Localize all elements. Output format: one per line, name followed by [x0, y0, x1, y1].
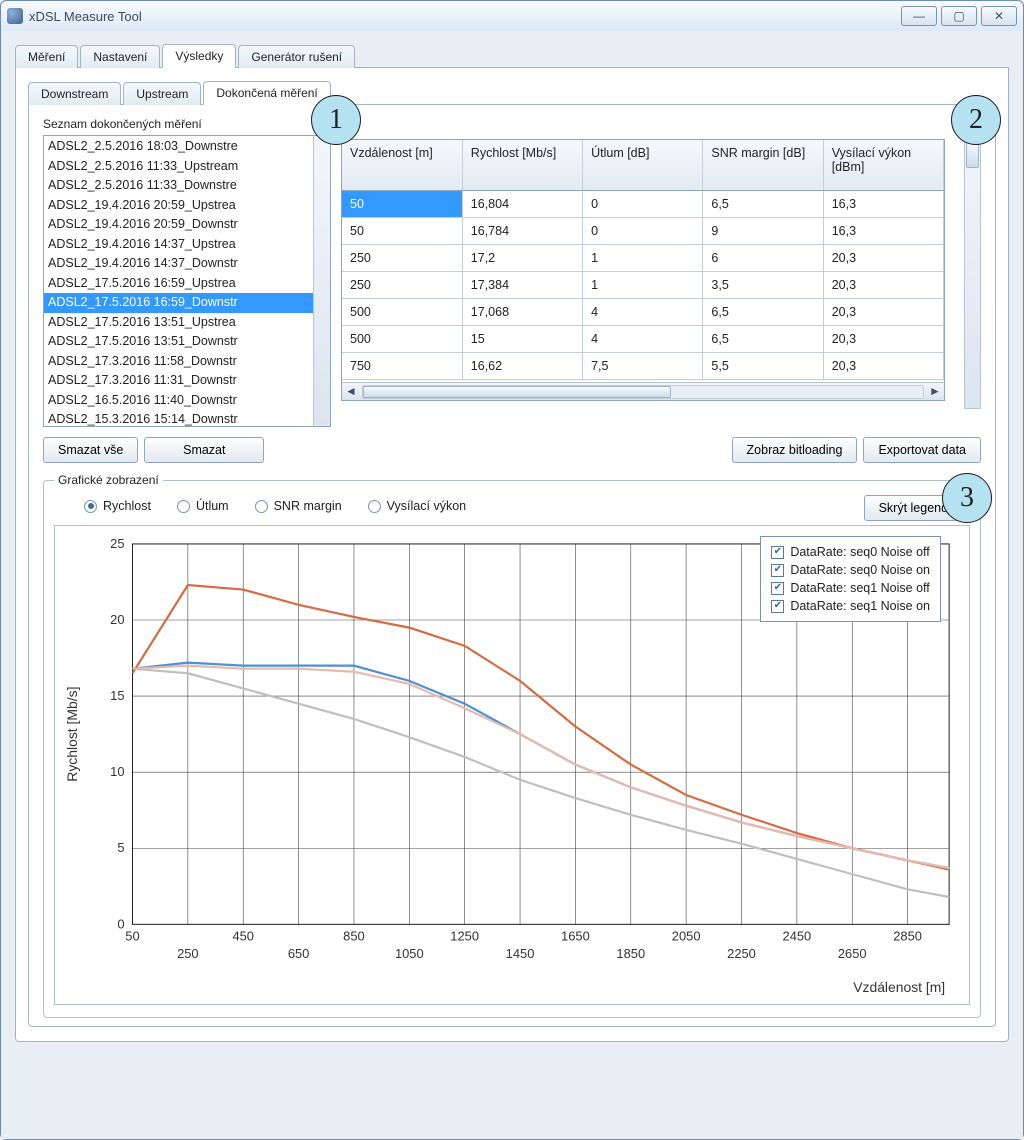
col-attenuation[interactable]: Útlum [dB]	[583, 140, 703, 191]
svg-text:1450: 1450	[506, 946, 535, 961]
list-item[interactable]: ADSL2_17.5.2016 13:51_Upstrea	[44, 313, 330, 333]
sub-tabs: Downstream Upstream Dokončená měření	[28, 80, 996, 105]
measurement-list[interactable]: ADSL2_2.5.2016 18:03_DownstreADSL2_2.5.2…	[43, 135, 331, 427]
list-item[interactable]: ADSL2_17.3.2016 11:58_Downstr	[44, 352, 330, 372]
svg-text:250: 250	[177, 946, 199, 961]
col-power[interactable]: Vysílací výkon [dBm]	[823, 140, 943, 191]
svg-text:5: 5	[117, 840, 124, 855]
radio-snr[interactable]: SNR margin	[255, 499, 342, 513]
svg-text:10: 10	[110, 764, 124, 779]
minimize-button[interactable]: —	[901, 6, 937, 26]
list-caption: Seznam dokončených měření	[43, 117, 331, 131]
tab-results[interactable]: Výsledky	[162, 44, 236, 68]
svg-text:2850: 2850	[893, 928, 922, 943]
svg-text:2650: 2650	[838, 946, 867, 961]
badge-3: 3	[942, 473, 992, 523]
list-item[interactable]: ADSL2_2.5.2016 11:33_Upstream	[44, 157, 330, 177]
table-row[interactable]: 25017,38413,520,3	[342, 272, 944, 299]
svg-text:Rychlost [Mb/s]: Rychlost [Mb/s]	[64, 687, 80, 782]
legend-check-3[interactable]: ✔	[771, 600, 784, 613]
list-item[interactable]: ADSL2_2.5.2016 18:03_Downstre	[44, 137, 330, 157]
col-distance[interactable]: Vzdálenost [m]	[342, 140, 462, 191]
svg-text:850: 850	[343, 928, 365, 943]
badge-1: 1	[311, 95, 361, 145]
completed-panel: 1 2 Seznam dokončených měření ADSL2_2.5.…	[28, 105, 996, 1027]
list-item[interactable]: ADSL2_19.4.2016 14:37_Upstrea	[44, 235, 330, 255]
table-row[interactable]: 75016,627,55,520,3	[342, 353, 944, 380]
window-title: xDSL Measure Tool	[29, 9, 142, 24]
radio-power[interactable]: Vysílací výkon	[368, 499, 466, 513]
titlebar: xDSL Measure Tool — ▢ ✕	[1, 1, 1023, 31]
app-icon	[7, 8, 23, 24]
list-item[interactable]: ADSL2_2.5.2016 11:33_Downstre	[44, 176, 330, 196]
svg-text:450: 450	[232, 928, 254, 943]
svg-text:15: 15	[110, 688, 124, 703]
table-row[interactable]: 25017,21620,3	[342, 245, 944, 272]
main-tabs: Měření Nastavení Výsledky Generátor ruše…	[15, 43, 1009, 68]
subtab-downstream[interactable]: Downstream	[28, 82, 121, 105]
radio-speed[interactable]: Rychlost	[84, 499, 151, 513]
legend-check-0[interactable]: ✔	[771, 546, 784, 559]
list-item[interactable]: ADSL2_19.4.2016 20:59_Downstr	[44, 215, 330, 235]
tab-noise-generator[interactable]: Generátor rušení	[238, 45, 355, 68]
svg-text:650: 650	[288, 946, 310, 961]
list-scrollbar[interactable]	[313, 136, 330, 426]
group-title: Grafické zobrazení	[54, 473, 163, 487]
table-row[interactable]: 5001546,520,3	[342, 326, 944, 353]
list-item[interactable]: ADSL2_17.3.2016 11:31_Downstr	[44, 371, 330, 391]
list-item[interactable]: ADSL2_16.5.2016 11:40_Downstr	[44, 391, 330, 411]
radio-attenuation[interactable]: Útlum	[177, 499, 229, 513]
svg-text:50: 50	[125, 928, 139, 943]
list-item[interactable]: ADSL2_15.3.2016 15:14_Downstr	[44, 410, 330, 427]
results-panel: Downstream Upstream Dokončená měření 1 2…	[15, 68, 1009, 1042]
svg-text:1050: 1050	[395, 946, 424, 961]
svg-text:2450: 2450	[783, 928, 812, 943]
svg-text:20: 20	[110, 612, 124, 627]
svg-text:25: 25	[110, 536, 124, 551]
data-table[interactable]: Vzdálenost [m] Rychlost [Mb/s] Útlum [dB…	[341, 139, 945, 401]
chart: 0 5 10 15 20 25 50 250 450 650 850 1050 1250 1450 1650…	[54, 525, 970, 1005]
close-button[interactable]: ✕	[981, 6, 1017, 26]
list-item[interactable]: ADSL2_17.5.2016 16:59_Downstr	[44, 293, 330, 313]
table-hscrollbar[interactable]: ◄ ►	[342, 382, 944, 400]
radio-group: Rychlost Útlum SNR margin Vysílací výkon	[84, 499, 466, 513]
col-speed[interactable]: Rychlost [Mb/s]	[462, 140, 582, 191]
chart-groupbox: Grafické zobrazení 3 Rychlost Útlum SNR …	[43, 473, 981, 1018]
content-area: Měření Nastavení Výsledky Generátor ruše…	[1, 31, 1023, 1139]
svg-text:1650: 1650	[561, 928, 590, 943]
subtab-completed[interactable]: Dokončená měření	[203, 81, 330, 105]
svg-text:2250: 2250	[727, 946, 756, 961]
legend-check-2[interactable]: ✔	[771, 582, 784, 595]
tab-settings[interactable]: Nastavení	[80, 45, 160, 68]
svg-text:0: 0	[117, 916, 124, 931]
chart-legend: ✔DataRate: seq0 Noise off ✔DataRate: seq…	[760, 536, 941, 622]
legend-check-1[interactable]: ✔	[771, 564, 784, 577]
subtab-upstream[interactable]: Upstream	[123, 82, 201, 105]
table-row[interactable]: 5016,7840916,3	[342, 218, 944, 245]
svg-text:1850: 1850	[616, 946, 645, 961]
panel-vscrollbar[interactable]	[964, 117, 981, 409]
svg-text:1250: 1250	[450, 928, 479, 943]
table-row[interactable]: 5016,80406,516,3	[342, 191, 944, 218]
svg-text:Vzdálenost [m]: Vzdálenost [m]	[853, 979, 945, 995]
badge-2: 2	[951, 95, 1001, 145]
maximize-button[interactable]: ▢	[941, 6, 977, 26]
table-row[interactable]: 50017,06846,520,3	[342, 299, 944, 326]
delete-button[interactable]: Smazat	[144, 437, 264, 463]
list-item[interactable]: ADSL2_17.5.2016 16:59_Upstrea	[44, 274, 330, 294]
export-data-button[interactable]: Exportovat data	[863, 437, 981, 463]
app-window: xDSL Measure Tool — ▢ ✕ Měření Nastavení…	[0, 0, 1024, 1140]
list-item[interactable]: ADSL2_17.5.2016 13:51_Downstr	[44, 332, 330, 352]
svg-text:2050: 2050	[672, 928, 701, 943]
list-item[interactable]: ADSL2_19.4.2016 14:37_Downstr	[44, 254, 330, 274]
list-item[interactable]: ADSL2_19.4.2016 20:59_Upstrea	[44, 196, 330, 216]
tab-measure[interactable]: Měření	[15, 45, 78, 68]
show-bitloading-button[interactable]: Zobraz bitloading	[732, 437, 858, 463]
col-snr[interactable]: SNR margin [dB]	[703, 140, 823, 191]
delete-all-button[interactable]: Smazat vše	[43, 437, 138, 463]
